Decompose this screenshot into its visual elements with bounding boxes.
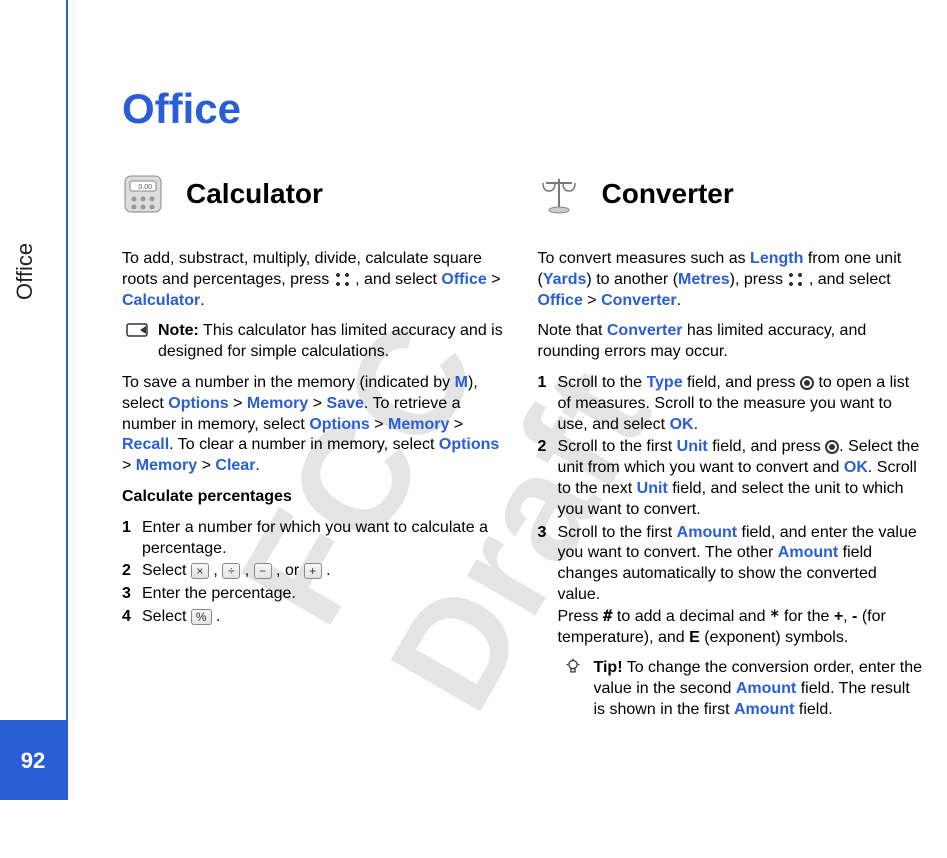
page-number: 92 [0,748,66,774]
page-content: Office 0.00 Calculator To add, substract… [122,85,923,731]
svg-text:0.00: 0.00 [138,184,152,191]
star-key: * [770,606,780,625]
note-icon [126,321,148,339]
key-percent: % [191,609,212,625]
calculator-icon: 0.00 [122,173,164,215]
converter-icon [538,173,580,215]
conv-steps: Scroll to the Type field, and press to o… [538,373,924,721]
page-title: Office [122,85,923,133]
key-add: + [304,563,322,579]
column-left: 0.00 Calculator To add, substract, multi… [122,173,508,731]
key-multiply: × [191,563,209,579]
converter-heading-row: Converter [538,173,924,215]
conv-step-2: Scroll to the first Unit field, and pres… [558,437,924,520]
sidebar-section-label: Office [12,243,38,300]
apps-key-icon [334,271,351,288]
column-right: Converter To convert measures such as Le… [538,173,924,731]
calc-intro: To add, substract, multiply, divide, cal… [122,249,508,311]
calc-percent-heading: Calculate percentages [122,487,508,508]
calc-step-2: Select × , ÷ , − , or + . [142,561,508,582]
tip-icon [562,658,584,676]
calc-step-4: Select % . [142,607,508,628]
key-subtract: − [254,563,272,579]
converter-heading: Converter [602,176,734,212]
apps-key-icon [787,271,804,288]
conv-step-1: Scroll to the Type field, and press to o… [558,373,924,435]
calc-note: Note: This calculator has limited accura… [122,321,508,363]
calc-step-1: Enter a number for which you want to cal… [142,518,508,560]
conv-intro: To convert measures such as Length from … [538,249,924,311]
calc-step-3: Enter the percentage. [142,584,508,605]
scroll-key-icon [800,376,814,390]
sidebar-footer: 92 [0,720,66,800]
calculator-heading-row: 0.00 Calculator [122,173,508,215]
key-divide: ÷ [222,563,240,579]
calculator-heading: Calculator [186,176,323,212]
conv-tip: Tip! To change the conversion order, ent… [558,658,924,720]
scroll-key-icon [825,440,839,454]
calc-memory-para: To save a number in the memory (indicate… [122,373,508,477]
calc-steps: Enter a number for which you want to cal… [122,518,508,628]
sidebar: Office 92 [0,0,68,800]
conv-accuracy-note: Note that Converter has limited accuracy… [538,321,924,363]
conv-step-3: Scroll to the first Amount field, and en… [558,523,924,721]
